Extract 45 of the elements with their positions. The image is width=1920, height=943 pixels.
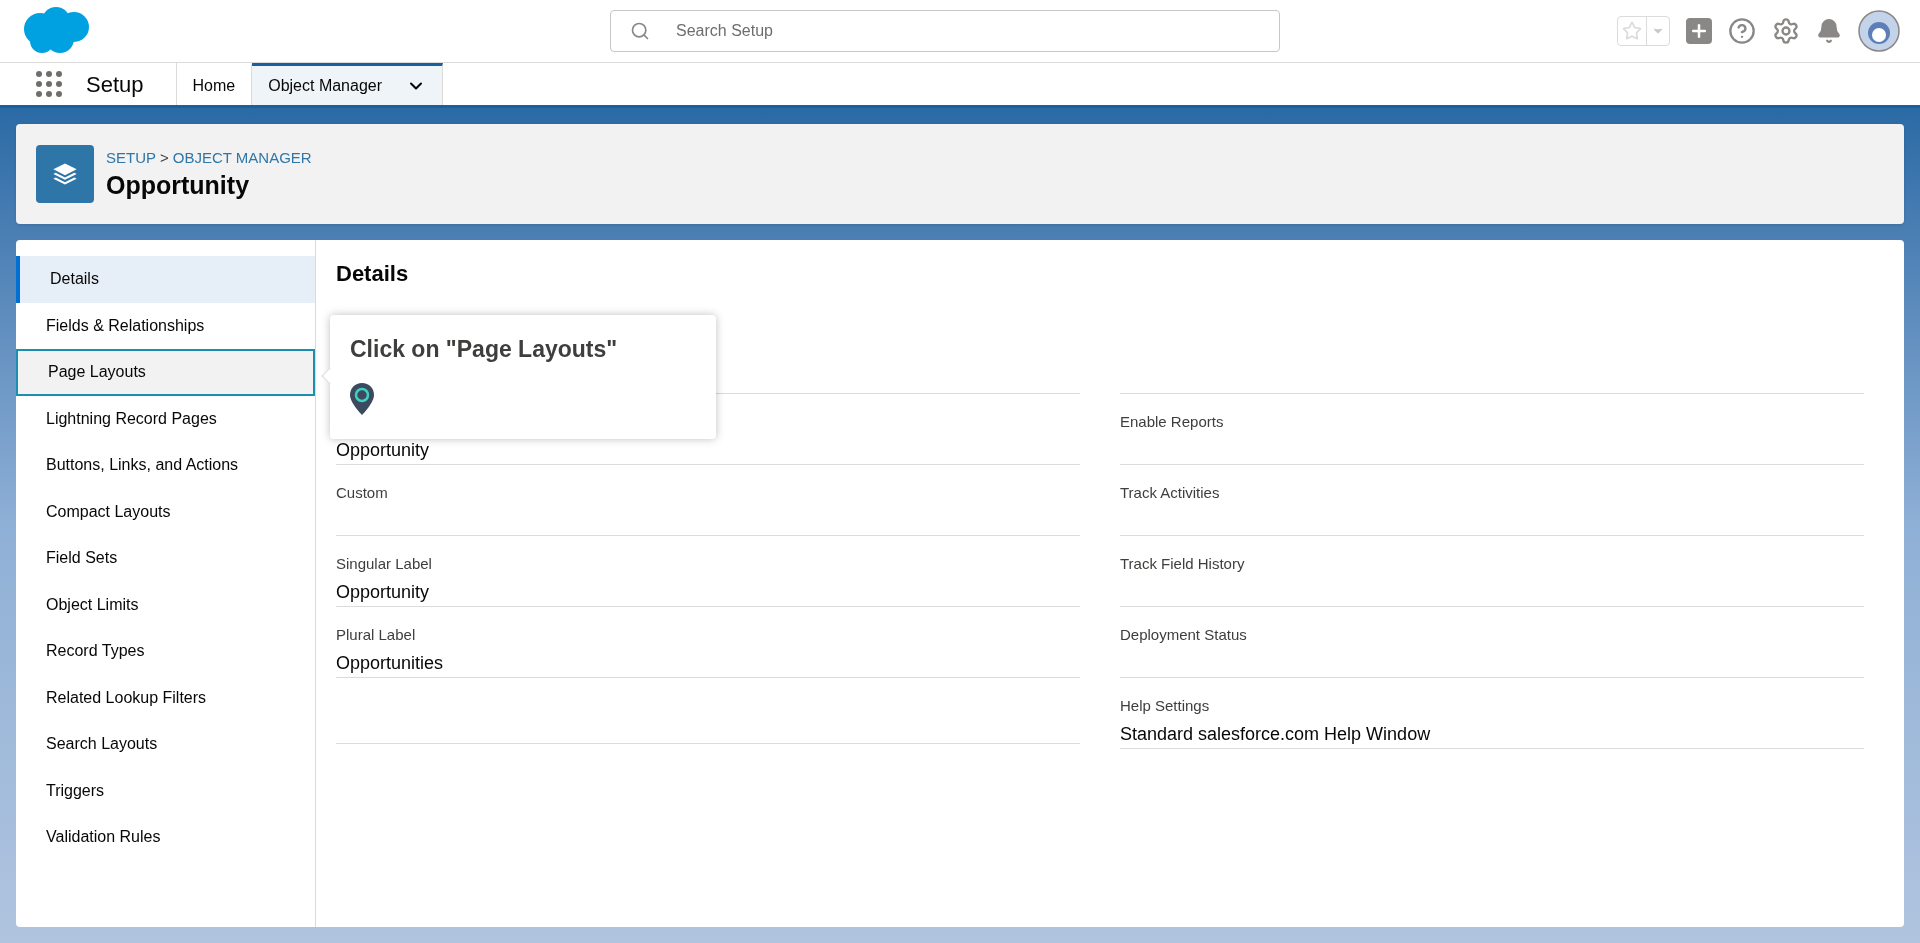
field-label: Track Field History [1120,554,1245,574]
sidebar-item[interactable]: Search Layouts [16,721,315,768]
sidebar-item[interactable]: Lightning Record Pages [16,395,315,442]
tour-instruction: Click on "Page Layouts" [350,335,618,363]
sidebar-item[interactable]: Validation Rules [16,814,315,861]
field-value: Standard salesforce.com Help Window [1120,723,1431,746]
app-name: Setup [86,70,144,99]
sidebar-item[interactable]: Buttons, Links, and Actions [16,442,315,489]
sidebar-item[interactable]: Field Sets [16,535,315,582]
star-icon [1622,21,1642,41]
app-launcher-icon[interactable] [36,71,62,97]
nav-tab[interactable]: Object Manager [252,63,444,105]
field-label: Track Activities [1120,483,1220,503]
help-icon[interactable] [1728,17,1756,45]
field-value: Opportunity [336,439,430,462]
field-label: Enable Reports [1120,412,1224,432]
add-button[interactable] [1686,18,1712,44]
field-label: Singular Label [336,554,432,574]
notifications-icon[interactable] [1816,18,1842,44]
avatar-icon[interactable] [1858,10,1900,52]
sidebar-item[interactable]: Record Types [16,628,315,675]
sidebar-item[interactable]: Related Lookup Filters [16,674,315,721]
field-label: Help Settings [1120,696,1210,716]
settings-icon[interactable] [1772,17,1800,45]
sidebar-item[interactable]: Fields & Relationships [16,302,315,349]
page-title: Opportunity [106,170,251,202]
sidebar-item[interactable]: Triggers [16,767,315,814]
plus-icon [1689,21,1709,41]
section-title: Details [336,260,409,288]
field-label: Custom [336,483,388,503]
breadcrumb-link[interactable]: SETUP [106,146,156,170]
sidebar-item[interactable]: Details [16,256,315,303]
sidebar-item[interactable]: Page Layouts [16,349,315,396]
breadcrumb-link[interactable]: OBJECT MANAGER [172,146,312,170]
map-pin-icon [350,383,374,415]
search-icon [630,21,650,41]
breadcrumb-separator: > [160,147,169,168]
sidebar-item[interactable]: Compact Layouts [16,488,315,535]
field-value: Opportunities [336,652,444,675]
layers-icon [36,145,94,203]
field-value: Opportunity [336,581,430,604]
search-field[interactable]: Search Setup [610,10,1280,52]
field-label: Deployment Status [1120,625,1247,645]
field-label: Plural Label [336,625,416,645]
sidebar-item[interactable]: Object Limits [16,581,315,628]
